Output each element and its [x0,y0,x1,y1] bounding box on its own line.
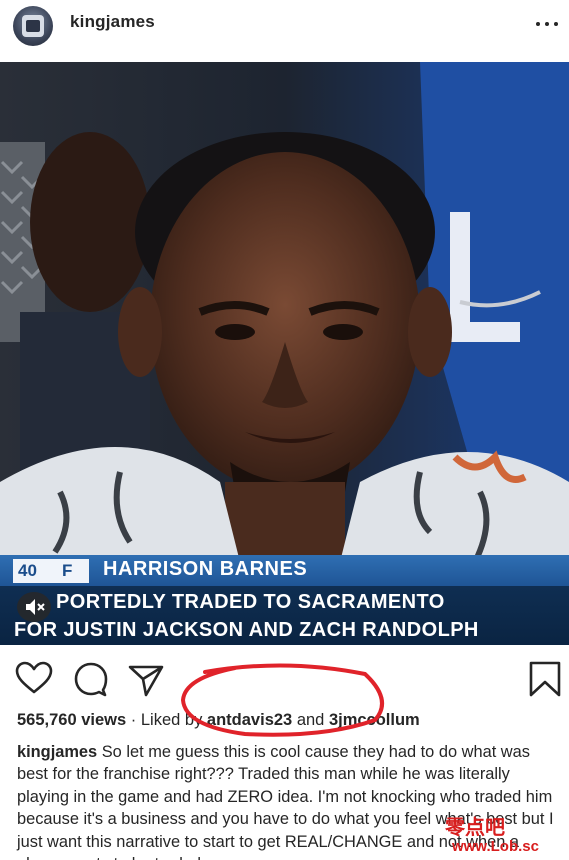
send-icon[interactable] [126,659,166,699]
and-label: and [296,711,325,729]
likes-line: 565,760 views · Liked by antdavis23 and … [17,711,420,730]
caption-author[interactable]: kingjames [17,743,97,761]
jersey-position: F [62,561,73,580]
player-name: HARRISON BARNES [103,558,308,580]
avatar[interactable] [13,6,53,46]
jersey-box: 40 F [13,559,89,583]
heart-icon[interactable] [14,659,54,699]
liked-by-label: · Liked by [130,711,203,729]
comment-icon[interactable] [71,659,111,699]
bookmark-icon[interactable] [525,659,565,699]
view-count[interactable]: 565,760 views [17,711,126,729]
more-horizontal-icon[interactable] [533,12,563,36]
post-header: kingjames [0,0,569,52]
liked-user-1[interactable]: antdavis23 [207,711,292,729]
avatar-detail [26,20,40,32]
instagram-post: kingjames 40 F HARRISON BARNES PORTEDLY … [0,0,569,860]
action-bar [0,655,569,705]
liked-user-2[interactable]: 3jmccollum [329,711,420,729]
chyron-line-1: PORTEDLY TRADED TO SACRAMENTO [56,591,445,613]
watermark-url: www.Lob.sc [452,838,539,855]
speaker-muted-icon[interactable] [17,592,51,622]
post-username[interactable]: kingjames [70,12,155,32]
watermark-logo: 零点吧 [445,817,505,839]
chyron-line-2: FOR JUSTIN JACKSON AND ZACH RANDOLPH [14,619,479,641]
jersey-number: 40 [18,561,37,580]
